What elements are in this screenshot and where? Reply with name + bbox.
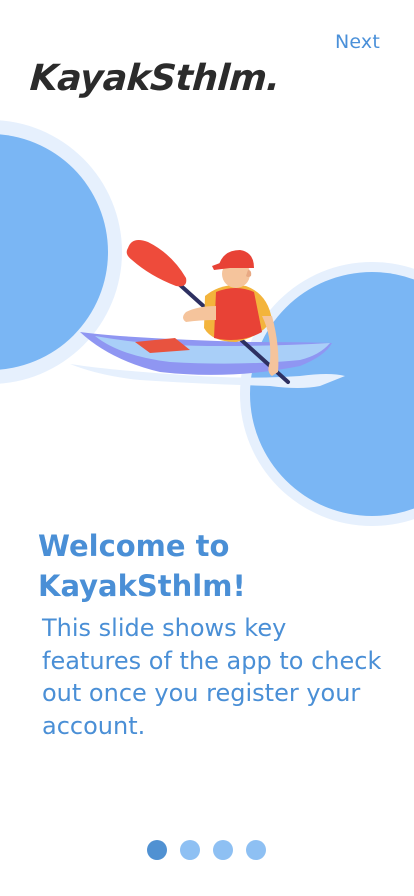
kayaker-arm-left [183,306,216,322]
welcome-title: Welcome to KayakSthlm! [38,529,246,603]
hero-illustration [0,120,414,526]
pagination-dot-3[interactable] [213,840,233,860]
next-button[interactable]: Next [335,31,380,53]
pagination-dots [147,840,266,860]
welcome-description: This slide shows key features of the app… [42,614,382,740]
paddle-blade [126,240,187,287]
pagination-dot-1[interactable] [147,840,167,860]
pagination-dot-4[interactable] [246,840,266,860]
app-logo: KayakSthlm. [28,58,282,99]
pagination-dot-2[interactable] [180,840,200,860]
